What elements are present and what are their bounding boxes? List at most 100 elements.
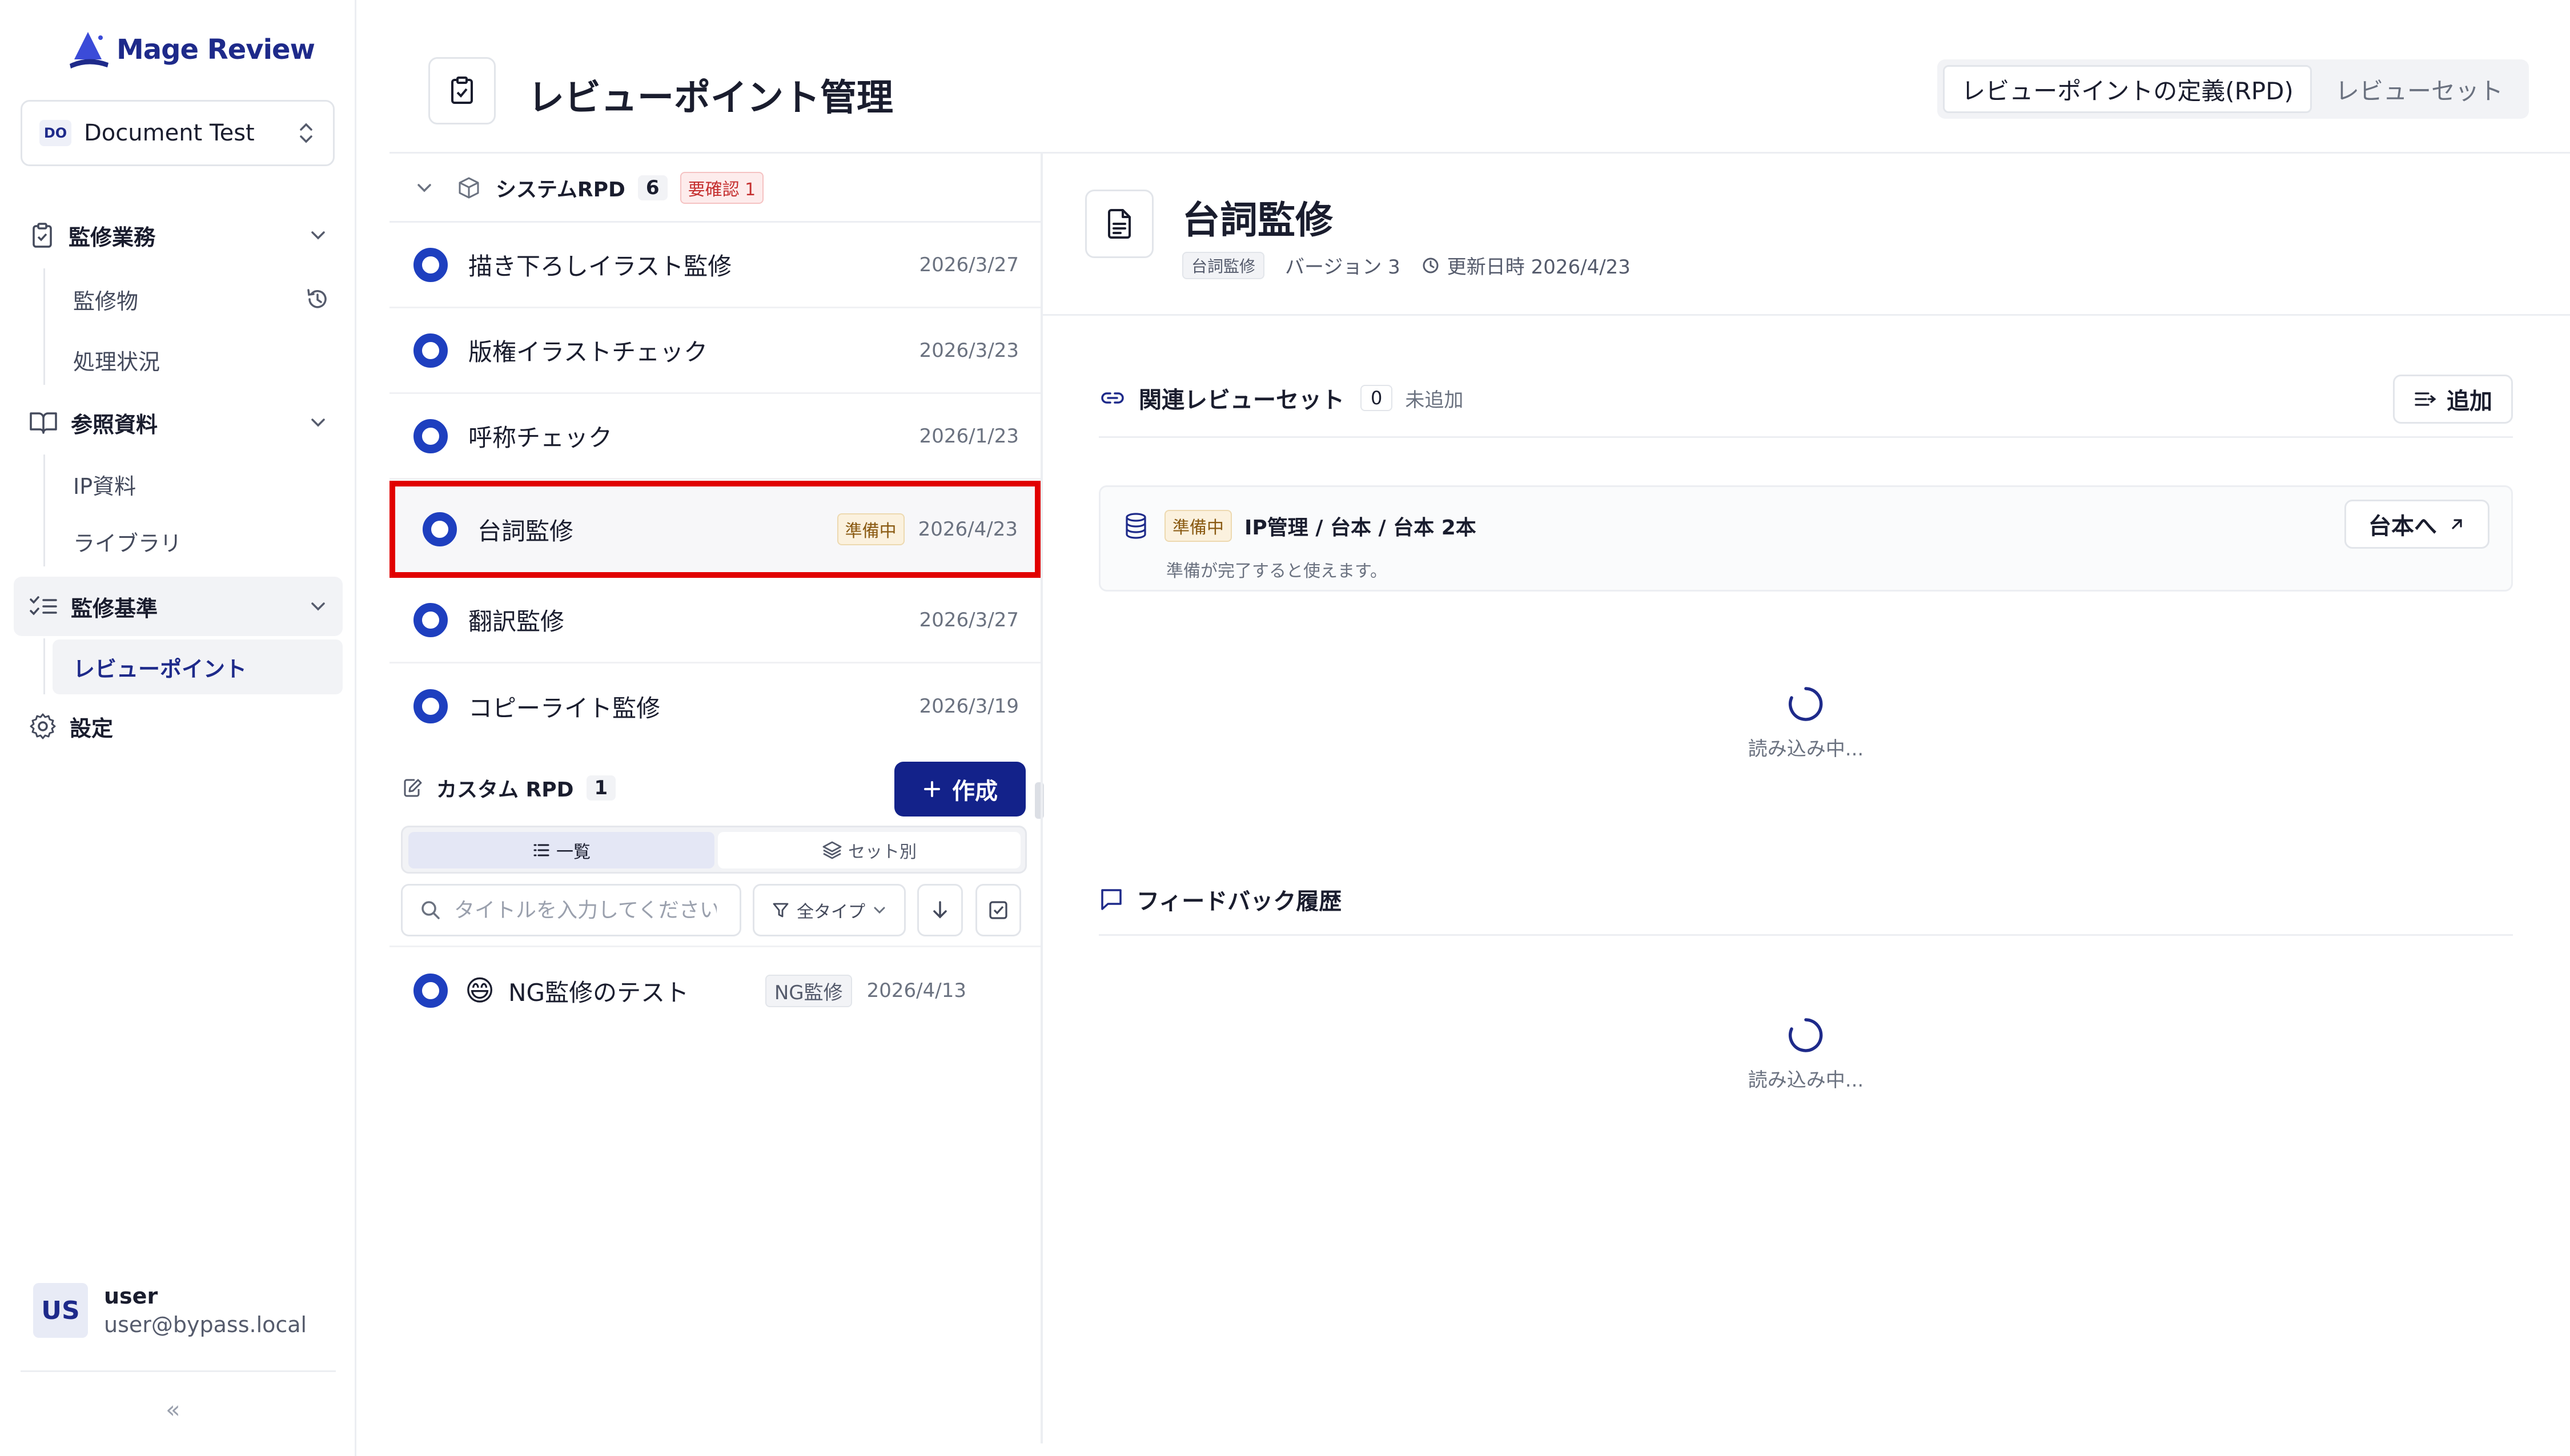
book-open-icon — [30, 412, 57, 434]
tab-review-set[interactable]: レビューセット — [2315, 65, 2523, 113]
detail-meta: 台詞監修 バージョン 3 更新日時 2026/4/23 — [1182, 251, 1631, 279]
item-title: 翻訳監修 — [468, 608, 565, 636]
item-title: 描き下ろしイラスト監修 — [468, 252, 732, 280]
status-radio — [413, 689, 448, 723]
collapse-sidebar-icon[interactable]: « — [166, 1395, 180, 1423]
link-icon — [1101, 392, 1124, 404]
app-name: Mage Review — [117, 34, 315, 66]
status-badge: 準備中 — [837, 513, 905, 545]
check-square-icon — [989, 901, 1007, 919]
list-item[interactable]: 呼称チェック 2026/1/23 — [389, 394, 1041, 480]
item-date: 2026/4/13 — [866, 979, 966, 1002]
document-icon — [1108, 209, 1131, 239]
status-radio — [423, 512, 457, 546]
item-title: 版権イラストチェック — [468, 338, 708, 366]
document-icon-box — [1085, 190, 1154, 258]
workspace-switcher[interactable]: DO Document Test — [21, 100, 335, 166]
view-toggle: 一覧 セット別 — [401, 826, 1027, 874]
nav-section-references[interactable]: 参照資料 — [14, 393, 343, 452]
group-count: 1 — [586, 775, 616, 801]
add-button[interactable]: 追加 — [2393, 375, 2513, 424]
chevron-up-down-icon — [300, 123, 312, 143]
item-date: 2026/1/23 — [919, 424, 1019, 448]
group-count: 6 — [637, 175, 668, 200]
nav-section-label: 参照資料 — [71, 412, 158, 437]
nav-item-ip-materials[interactable]: IP資料 — [53, 457, 343, 512]
related-set-card: 準備中 IP管理 / 台本 / 台本 2本 準備が完了すると使えます。 台本へ — [1099, 485, 2513, 592]
system-rpd-group-header[interactable]: システムRPD 6 要確認 1 — [389, 154, 1041, 223]
detail-type-tag: 台詞監修 — [1182, 251, 1265, 279]
group-label: システムRPD — [496, 178, 625, 202]
select-mode-button[interactable] — [975, 884, 1021, 936]
filter-icon — [773, 903, 789, 918]
item-date: 2026/3/23 — [919, 339, 1019, 362]
chevron-down-icon — [417, 183, 431, 192]
nav-item-deliverables[interactable]: 監修物 — [53, 272, 343, 327]
create-button-label: 作成 — [952, 778, 998, 805]
avatar: US — [33, 1283, 88, 1338]
arrow-up-right-icon — [2452, 519, 2462, 529]
list-item[interactable]: コピーライト監修 2026/3/19 — [389, 663, 1041, 749]
status-radio — [413, 419, 448, 453]
status-radio — [413, 333, 448, 368]
page-title: レビューポイント管理 — [528, 77, 893, 119]
nav-item-review-points[interactable]: レビューポイント — [53, 639, 343, 694]
item-date: 2026/4/23 — [918, 518, 1018, 541]
clipboard-check-icon — [33, 223, 52, 248]
feedback-history-header: フィードバック履歴 — [1099, 883, 1342, 916]
section-title: 関連レビューセット — [1139, 387, 1344, 413]
nav-section-criteria[interactable]: 監修基準 — [14, 577, 343, 636]
list-plus-icon — [2415, 392, 2436, 406]
nav-section-label: 監修基準 — [71, 596, 158, 621]
list-item[interactable]: 😄 NG監修のテスト NG監修 2026/4/13 — [389, 948, 1041, 1033]
spinner-icon — [1788, 1018, 1823, 1052]
loading-text: 読み込み中... — [1748, 738, 1864, 761]
create-button[interactable]: 作成 — [894, 762, 1026, 817]
list-checks-icon — [30, 596, 57, 616]
user-profile[interactable]: US user user@bypass.local — [33, 1282, 307, 1339]
status-radio — [413, 974, 448, 1008]
sort-button[interactable] — [917, 884, 963, 936]
list-item[interactable]: 描き下ろしイラスト監修 2026/3/27 — [389, 223, 1041, 308]
toggle-list-label: 一覧 — [556, 842, 591, 862]
related-sets-header: 関連レビューセット 0 未追加 — [1099, 381, 1463, 415]
chevron-down-icon — [311, 231, 325, 240]
nav-section-supervision[interactable]: 監修業務 — [14, 206, 343, 265]
nav-item-label: IP資料 — [73, 473, 136, 499]
workspace-name: Document Test — [84, 120, 255, 146]
message-square-icon — [1101, 889, 1122, 910]
list-icon — [533, 844, 549, 856]
clock-icon — [1423, 258, 1439, 273]
user-email: user@bypass.local — [104, 1312, 307, 1337]
needs-review-badge: 要確認 1 — [680, 171, 764, 204]
nav-section-label: 設定 — [70, 715, 114, 741]
detail-version: バージョン 3 — [1285, 256, 1400, 279]
toggle-by-set[interactable]: セット別 — [718, 832, 1021, 868]
user-name: user — [104, 1284, 158, 1309]
history-icon[interactable] — [304, 285, 331, 313]
edit-document-icon — [404, 779, 422, 797]
search-input[interactable] — [454, 898, 717, 922]
list-item[interactable]: 翻訳監修 2026/3/27 — [389, 578, 1041, 663]
filter-label: 全タイプ — [797, 902, 865, 922]
toggle-list[interactable]: 一覧 — [408, 832, 714, 868]
nav-section-label: 監修業務 — [69, 224, 156, 250]
type-filter-dropdown[interactable]: 全タイプ — [753, 884, 906, 936]
nav-item-library[interactable]: ライブラリ — [53, 514, 343, 569]
app-logo[interactable]: Mage Review — [67, 30, 315, 70]
nav-item-processing-status[interactable]: 処理状況 — [53, 332, 343, 387]
box-icon — [459, 177, 479, 198]
goto-script-button[interactable]: 台本へ — [2344, 500, 2489, 549]
list-item[interactable]: 版権イラストチェック 2026/3/23 — [389, 308, 1041, 394]
card-note: 準備が完了すると使えます。 — [1166, 561, 1387, 581]
nav-section-settings[interactable]: 設定 — [14, 697, 343, 756]
clipboard-check-icon — [451, 77, 473, 104]
search-field[interactable] — [401, 884, 741, 936]
nav-item-label: 監修物 — [73, 288, 139, 314]
workspace-badge: DO — [39, 120, 71, 146]
spinner-icon — [1788, 687, 1823, 721]
tab-rpd-definition[interactable]: レビューポイントの定義(RPD) — [1943, 65, 2312, 113]
list-item-selected[interactable]: 台詞監修 準備中 2026/4/23 — [395, 485, 1035, 573]
loading-text: 読み込み中... — [1748, 1069, 1864, 1092]
item-title: コピーライト監修 — [468, 694, 661, 722]
